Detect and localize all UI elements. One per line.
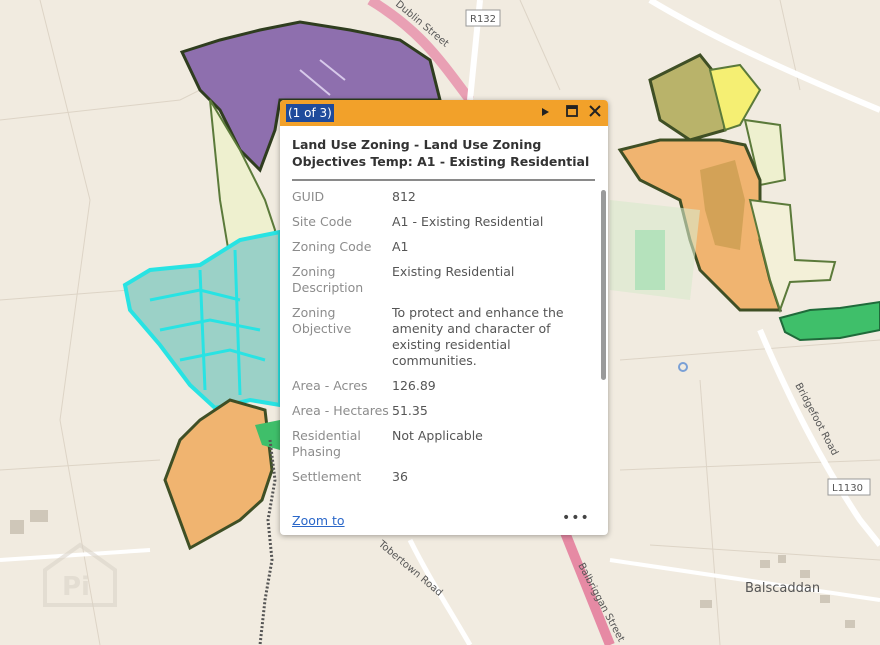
attribute-row: Settlement 36	[292, 466, 598, 491]
popup-title: Land Use Zoning - Land Use Zoning Object…	[292, 137, 590, 169]
popup-header: (1 of 3)	[280, 100, 608, 126]
place-label-balscaddan: Balscaddan	[745, 581, 820, 596]
field-value: A1	[392, 239, 409, 254]
popup-scrollbar[interactable]	[601, 190, 606, 380]
attribute-row: Zoning Code A1	[292, 236, 598, 261]
next-feature-icon[interactable]	[536, 103, 554, 123]
field-value: 812	[392, 189, 416, 204]
field-name: Zoning Objective	[292, 305, 352, 336]
attribute-row: GUID 812	[292, 186, 598, 211]
attribute-row: Zoning Objective To protect and enhance …	[292, 302, 598, 375]
field-name: Zoning Description	[292, 264, 364, 295]
attribute-row: Residential Phasing Not Applicable	[292, 425, 598, 466]
road-label-l1130: L1130	[832, 483, 863, 494]
feature-pager[interactable]: (1 of 3)	[286, 104, 334, 122]
field-value: Existing Residential	[392, 264, 515, 279]
field-value: 126.89	[392, 378, 436, 393]
zoom-to-link[interactable]: Zoom to	[292, 513, 345, 528]
popup-attributes[interactable]: GUID 812 Site Code A1 - Existing Residen…	[292, 186, 598, 516]
attribute-row: Zoning Description Existing Residential	[292, 261, 598, 302]
field-name: Residential Phasing	[292, 428, 361, 459]
field-value: 36	[392, 469, 408, 484]
road-label-r132: R132	[470, 14, 496, 25]
field-name: GUID	[292, 189, 325, 204]
feature-popup: (1 of 3) Land Use Zoning - Land Use Zoni…	[280, 100, 608, 535]
field-value: To protect and enhance the amenity and c…	[392, 305, 564, 368]
field-name: Area - Hectares	[292, 403, 389, 418]
close-icon[interactable]	[586, 103, 604, 123]
field-value: Not Applicable	[392, 428, 483, 443]
field-name: Area - Acres	[292, 378, 368, 393]
more-options-icon[interactable]: •••	[562, 510, 590, 526]
field-name: Settlement	[292, 469, 362, 484]
attribute-table: GUID 812 Site Code A1 - Existing Residen…	[292, 186, 598, 491]
field-value: A1 - Existing Residential	[392, 214, 544, 229]
maximize-icon[interactable]	[563, 103, 581, 123]
field-value: 51.35	[392, 403, 428, 418]
field-name: Zoning Code	[292, 239, 372, 254]
attribute-row: Area - Hectares 51.35	[292, 400, 598, 425]
title-divider	[292, 179, 595, 181]
svg-text:Pi: Pi	[62, 572, 90, 602]
attribute-row: Area - Acres 126.89	[292, 375, 598, 400]
attribute-row: Site Code A1 - Existing Residential	[292, 211, 598, 236]
field-name: Site Code	[292, 214, 352, 229]
